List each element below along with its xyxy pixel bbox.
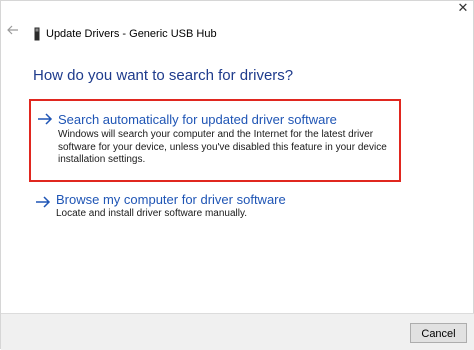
close-icon[interactable]: ✕	[455, 1, 471, 17]
cancel-button[interactable]: Cancel	[410, 323, 467, 343]
option-title: Search automatically for updated driver …	[58, 112, 337, 127]
window-title: Update Drivers - Generic USB Hub	[46, 28, 217, 40]
option-title: Browse my computer for driver software	[56, 192, 286, 207]
browse-computer-option[interactable]: Browse my computer for driver software L…	[29, 189, 401, 225]
back-arrow-icon[interactable]	[6, 23, 20, 37]
arrow-right-icon	[35, 195, 51, 209]
option-description: Locate and install driver software manua…	[56, 208, 248, 219]
search-automatically-option[interactable]: Search automatically for updated driver …	[29, 99, 401, 182]
page-heading: How do you want to search for drivers?	[33, 67, 294, 84]
usb-device-icon	[34, 27, 40, 41]
dialog-footer: Cancel	[1, 313, 474, 350]
dialog-window: ✕ Update Drivers - Generic USB Hub How d…	[0, 0, 474, 350]
arrow-right-icon	[37, 112, 53, 126]
option-description: Windows will search your computer and th…	[58, 129, 387, 165]
title-bar: ✕	[1, 1, 474, 29]
